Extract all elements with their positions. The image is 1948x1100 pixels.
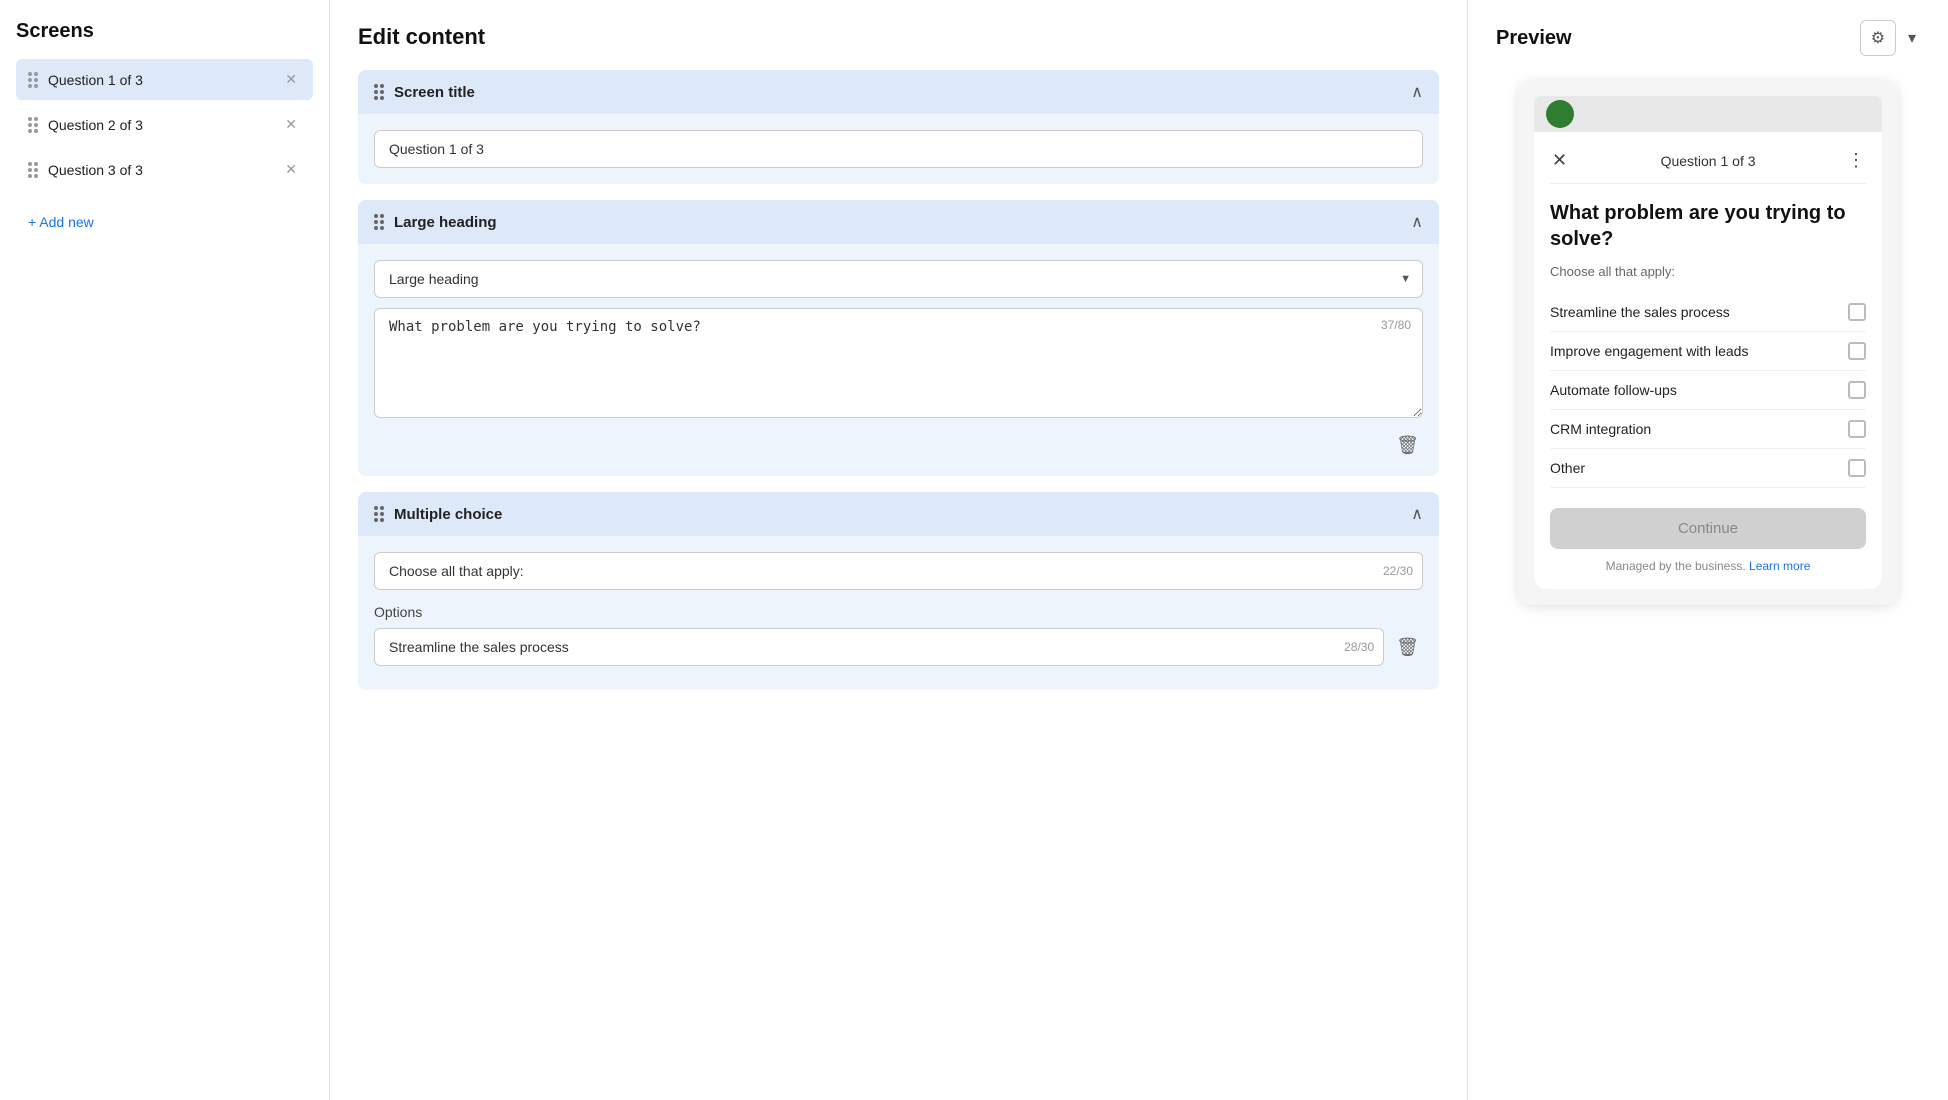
sidebar-item-label-q3: Question 3 of 3 bbox=[48, 162, 281, 178]
screen-title-collapse-icon[interactable]: ∧ bbox=[1411, 82, 1423, 102]
sidebar-title: Screens bbox=[16, 20, 313, 43]
large-heading-drag-handle bbox=[374, 214, 384, 230]
multiple-choice-section-label: Multiple choice bbox=[394, 506, 1401, 523]
phone-footer-text: Managed by the business. bbox=[1606, 559, 1746, 573]
large-heading-section-header[interactable]: Large heading ∧ bbox=[358, 200, 1439, 244]
sidebar: Screens Question 1 of 3 ✕ Question 2 of … bbox=[0, 0, 330, 1100]
heading-text-wrapper: What problem are you trying to solve? 37… bbox=[374, 308, 1423, 421]
choice-checkbox-1[interactable] bbox=[1848, 303, 1866, 321]
preview-header: Preview ⚙ ▾ bbox=[1496, 20, 1920, 56]
phone-question-heading: What problem are you trying to solve? bbox=[1550, 200, 1866, 252]
phone-footer: Managed by the business. Learn more bbox=[1550, 559, 1866, 573]
sidebar-item-q3[interactable]: Question 3 of 3 ✕ bbox=[16, 149, 313, 190]
option-1-input-wrapper: 28/30 bbox=[374, 628, 1384, 666]
choice-list: Streamline the sales process Improve eng… bbox=[1550, 293, 1866, 488]
multiple-choice-drag-handle bbox=[374, 506, 384, 522]
large-heading-collapse-icon[interactable]: ∧ bbox=[1411, 212, 1423, 232]
screen-title-input[interactable] bbox=[374, 130, 1423, 168]
heading-type-select-wrapper: Large heading Medium heading Small headi… bbox=[374, 260, 1423, 298]
choice-row-4[interactable]: CRM integration bbox=[1550, 410, 1866, 449]
choice-row-3[interactable]: Automate follow-ups bbox=[1550, 371, 1866, 410]
heading-type-select[interactable]: Large heading Medium heading Small headi… bbox=[374, 260, 1423, 298]
placeholder-row: 22/30 bbox=[374, 552, 1423, 590]
sidebar-item-q2[interactable]: Question 2 of 3 ✕ bbox=[16, 104, 313, 145]
preview-controls: ⚙ ▾ bbox=[1860, 20, 1920, 56]
multiple-choice-section-body: 22/30 Options 28/30 🗑 bbox=[358, 536, 1439, 690]
heading-delete-button[interactable]: 🗑 bbox=[1392, 431, 1423, 460]
placeholder-input-wrapper: 22/30 bbox=[374, 552, 1423, 590]
option-1-delete-button[interactable]: 🗑 bbox=[1392, 633, 1423, 662]
phone-footer-link[interactable]: Learn more bbox=[1749, 559, 1810, 573]
choice-checkbox-5[interactable] bbox=[1848, 459, 1866, 477]
settings-button[interactable]: ⚙ bbox=[1860, 20, 1896, 56]
close-icon-q2[interactable]: ✕ bbox=[281, 114, 301, 135]
phone-header-bar bbox=[1534, 96, 1882, 132]
add-new-button[interactable]: + Add new bbox=[16, 206, 106, 238]
multiple-choice-section: Multiple choice ∧ 22/30 Options 28/30 🗑 bbox=[358, 492, 1439, 690]
multiple-choice-collapse-icon[interactable]: ∧ bbox=[1411, 504, 1423, 524]
choice-label-4: CRM integration bbox=[1550, 421, 1651, 437]
phone-mockup: ✕ Question 1 of 3 ⋮ What problem are you… bbox=[1518, 80, 1898, 605]
phone-sub-label: Choose all that apply: bbox=[1550, 264, 1866, 279]
close-icon-q1[interactable]: ✕ bbox=[281, 69, 301, 90]
preview-title: Preview bbox=[1496, 27, 1572, 50]
choice-checkbox-2[interactable] bbox=[1848, 342, 1866, 360]
preview-panel: Preview ⚙ ▾ ✕ Question 1 of 3 ⋮ What pro… bbox=[1468, 0, 1948, 1100]
choice-row-2[interactable]: Improve engagement with leads bbox=[1550, 332, 1866, 371]
large-heading-section: Large heading ∧ Large heading Medium hea… bbox=[358, 200, 1439, 476]
drag-handle-q1 bbox=[28, 72, 38, 88]
choice-checkbox-3[interactable] bbox=[1848, 381, 1866, 399]
heading-textarea[interactable]: What problem are you trying to solve? bbox=[374, 308, 1423, 418]
option-1-input[interactable] bbox=[374, 628, 1384, 666]
edit-panel: Edit content Screen title ∧ Large headin… bbox=[330, 0, 1467, 1100]
sidebar-item-q1[interactable]: Question 1 of 3 ✕ bbox=[16, 59, 313, 100]
drag-handle-q3 bbox=[28, 162, 38, 178]
heading-trash-wrapper: 🗑 bbox=[374, 431, 1423, 460]
choice-label-2: Improve engagement with leads bbox=[1550, 343, 1748, 359]
option-row-1: 28/30 🗑 bbox=[374, 628, 1423, 666]
large-heading-section-label: Large heading bbox=[394, 214, 1401, 231]
phone-menu-button[interactable]: ⋮ bbox=[1847, 150, 1866, 171]
screen-title-drag-handle bbox=[374, 84, 384, 100]
choice-label-1: Streamline the sales process bbox=[1550, 304, 1730, 320]
sidebar-item-label-q2: Question 2 of 3 bbox=[48, 117, 281, 133]
choice-label-5: Other bbox=[1550, 460, 1585, 476]
multiple-choice-section-header[interactable]: Multiple choice ∧ bbox=[358, 492, 1439, 536]
choice-row-5[interactable]: Other bbox=[1550, 449, 1866, 488]
placeholder-input[interactable] bbox=[374, 552, 1423, 590]
sidebar-item-label-q1: Question 1 of 3 bbox=[48, 72, 281, 88]
phone-modal-title: Question 1 of 3 bbox=[1661, 153, 1756, 169]
choice-label-3: Automate follow-ups bbox=[1550, 382, 1677, 398]
choice-row-1[interactable]: Streamline the sales process bbox=[1550, 293, 1866, 332]
screen-title-section-header[interactable]: Screen title ∧ bbox=[358, 70, 1439, 114]
large-heading-section-body: Large heading Medium heading Small headi… bbox=[358, 244, 1439, 476]
screen-title-section-label: Screen title bbox=[394, 84, 1401, 101]
screen-title-section: Screen title ∧ bbox=[358, 70, 1439, 184]
drag-handle-q2 bbox=[28, 117, 38, 133]
options-label: Options bbox=[374, 604, 1423, 620]
close-icon-q3[interactable]: ✕ bbox=[281, 159, 301, 180]
continue-button[interactable]: Continue bbox=[1550, 508, 1866, 549]
phone-inner: ✕ Question 1 of 3 ⋮ What problem are you… bbox=[1534, 132, 1882, 589]
choice-checkbox-4[interactable] bbox=[1848, 420, 1866, 438]
phone-modal-header: ✕ Question 1 of 3 ⋮ bbox=[1550, 148, 1866, 184]
screen-title-section-body bbox=[358, 114, 1439, 184]
chevron-down-icon[interactable]: ▾ bbox=[1904, 24, 1920, 52]
phone-avatar bbox=[1546, 100, 1574, 128]
edit-panel-title: Edit content bbox=[358, 24, 1439, 50]
phone-close-button[interactable]: ✕ bbox=[1550, 148, 1569, 173]
